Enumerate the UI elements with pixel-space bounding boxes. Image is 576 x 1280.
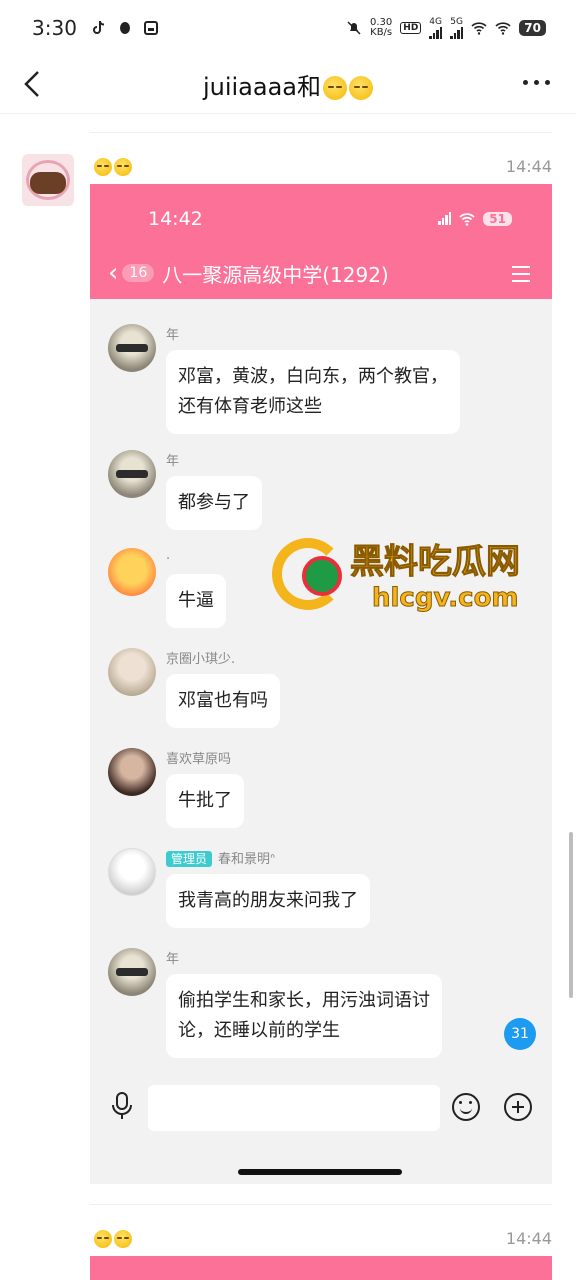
avatar: [108, 648, 156, 696]
chat-title: juiiaaaa和: [202, 67, 374, 102]
tiktok-icon: [92, 20, 104, 34]
microphone-icon: [112, 1092, 132, 1119]
message-bubble: 牛批了: [166, 774, 244, 828]
notification-icons: [91, 20, 159, 36]
sleeping-emoji-icon: [94, 157, 112, 176]
signal-4g: 4G: [429, 16, 443, 39]
mute-icon: [347, 21, 361, 35]
qq-icon: [119, 22, 130, 34]
message-bubble: 偷拍学生和家长，用污浊词语讨 论，还睡以前的学生: [166, 974, 442, 1058]
screenshot-battery: 51: [483, 212, 512, 226]
shared-screenshot-image[interactable]: 14:42 51 ‹ 16 八一聚源高级中学(1292) 年 邓富，黄波，白向东…: [90, 184, 552, 1184]
message-author: 年: [166, 328, 180, 343]
avatar: [108, 748, 156, 796]
screenshot-text-field: [148, 1085, 440, 1131]
screenshot-nav: ‹ 16 八一聚源高级中学(1292): [108, 258, 389, 288]
unread-count-badge: 31: [504, 1018, 536, 1050]
app-icon: [143, 21, 158, 35]
shared-screenshot-image[interactable]: [90, 1256, 552, 1280]
message-author-name: 春和景明ᐢ: [218, 852, 276, 867]
sender-name: [92, 156, 132, 176]
message-author: 管理员 春和景明ᐢ: [166, 848, 275, 867]
message-text: 邓富，黄波，白向东，两个教官，: [178, 366, 448, 387]
sleeping-emoji-icon: [94, 1229, 112, 1248]
sender-avatar[interactable]: [22, 154, 74, 206]
signal-4g-label: 4G: [429, 16, 442, 27]
admin-tag: 管理员: [166, 851, 213, 867]
avatar: [108, 450, 156, 498]
message-bubble: 都参与了: [166, 476, 262, 530]
message-bubble: 邓富也有吗: [166, 674, 280, 728]
wifi-plus-icon: [471, 22, 487, 35]
status-time: 3:30: [32, 16, 77, 40]
message-text: 论，还睡以前的学生: [178, 1020, 340, 1041]
sleeping-emoji-icon: [114, 157, 132, 176]
sleeping-emoji-icon: [323, 76, 348, 100]
add-icon: [504, 1093, 532, 1121]
screenshot-header: 14:42 51 ‹ 16 八一聚源高级中学(1292): [90, 184, 552, 299]
divider: [90, 1204, 552, 1205]
sleeping-emoji-icon: [114, 1229, 132, 1248]
chat-title-text: juiiaaaa和: [202, 73, 322, 101]
screenshot-group-name: 八一聚源高级中学(1292): [162, 262, 389, 287]
message-author: 年: [166, 454, 180, 469]
message-bubble: 牛逼: [166, 574, 226, 628]
screenshot-unread-badge: 16: [122, 264, 155, 282]
message-author: 年: [166, 952, 180, 967]
avatar: [108, 948, 156, 996]
chat-header: juiiaaaa和: [0, 56, 576, 114]
avatar: [108, 548, 156, 596]
screenshot-status-icons: 51: [438, 211, 512, 227]
emoji-icon: [452, 1093, 480, 1121]
net-speed: 0.30 KB/s: [370, 18, 392, 38]
watermark: 黑料吃瓜网 hlcgv.com: [272, 534, 521, 614]
battery-indicator: 70: [519, 20, 546, 36]
signal-5g-label: 5G: [450, 16, 463, 27]
message-author: 京圈小琪少.: [166, 652, 236, 667]
more-options-icon[interactable]: [523, 80, 550, 85]
screenshot-menu-icon: [512, 266, 530, 282]
message-bubble: 我青高的朋友来问我了: [166, 874, 370, 928]
back-arrow-icon[interactable]: [18, 66, 48, 102]
wifi-icon: [495, 22, 511, 35]
watermark-url: hlcgv.com: [372, 583, 520, 614]
screenshot-input-bar: [90, 1069, 552, 1143]
signal-bars-icon: [429, 26, 443, 39]
scrollbar[interactable]: [569, 832, 573, 998]
signal-5g: 5G: [450, 16, 464, 39]
home-indicator: [238, 1169, 402, 1175]
message-timestamp: 14:44: [505, 1229, 552, 1248]
message-author: .: [166, 548, 171, 563]
signal-bars-icon: [450, 26, 464, 39]
sender-name: [92, 1228, 132, 1248]
sleeping-emoji-icon: [349, 76, 374, 100]
message-bubble: 邓富，黄波，白向东，两个教官， 还有体育老师这些: [166, 350, 460, 434]
message-text: 偷拍学生和家长，用污浊词语讨: [178, 990, 430, 1011]
watermark-title: 黑料吃瓜网: [350, 542, 521, 583]
status-bar: 3:30 0.30 KB/s HD 4G 5G 70: [0, 0, 576, 56]
screenshot-signal-icon: [438, 212, 452, 225]
screenshot-wifi-icon: [459, 213, 475, 226]
hd-icon: HD: [400, 22, 422, 34]
watermark-logo-icon: [272, 537, 344, 610]
screenshot-back-icon: ‹: [108, 258, 119, 288]
message-author: 喜欢草原吗: [166, 752, 232, 767]
net-speed-unit: KB/s: [370, 27, 393, 38]
message-timestamp: 14:44: [505, 157, 552, 176]
divider: [90, 132, 552, 133]
avatar: [108, 324, 156, 372]
message-text: 还有体育老师这些: [178, 396, 322, 417]
screenshot-time: 14:42: [148, 208, 203, 230]
avatar: [108, 848, 156, 896]
